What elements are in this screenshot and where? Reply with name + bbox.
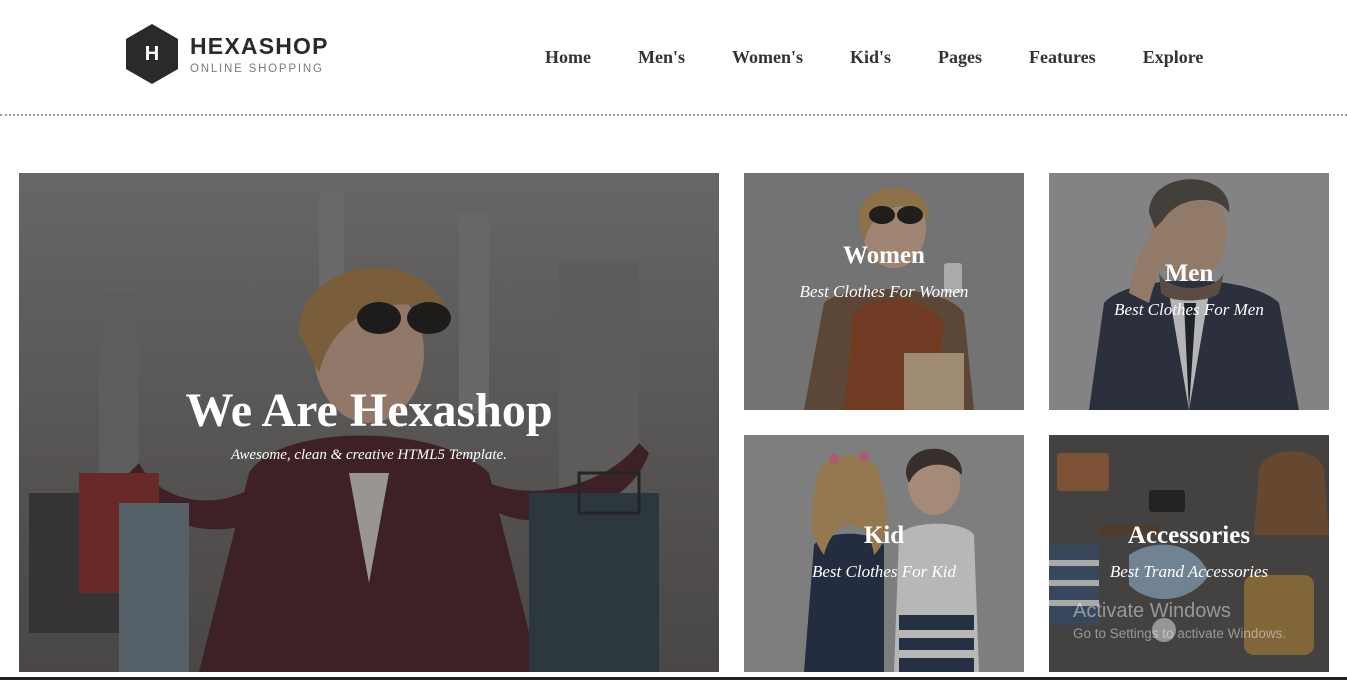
- kid-subtitle: Best Clothes For Kid: [811, 562, 957, 581]
- nav-mens[interactable]: Men's: [638, 44, 685, 70]
- watermark-subtitle: Go to Settings to activate Windows.: [1073, 626, 1287, 641]
- logo-text: HEXASHOP ONLINE SHOPPING: [190, 34, 329, 75]
- category-card-women[interactable]: Women Best Clothes For Women: [744, 173, 1024, 410]
- hero-banner: We Are Hexashop Awesome, clean & creativ…: [19, 173, 719, 672]
- tile-overlay: [744, 435, 1024, 672]
- men-subtitle: Best Clothes For Men: [1114, 300, 1264, 319]
- women-subtitle: Best Clothes For Women: [799, 282, 969, 301]
- nav-pages[interactable]: Pages: [938, 44, 982, 70]
- brand-logo[interactable]: H HEXASHOP ONLINE SHOPPING: [126, 24, 329, 84]
- main-nav: Home Men's Women's Kid's Pages Features …: [545, 44, 1203, 70]
- watermark-title: Activate Windows: [1073, 600, 1231, 622]
- brand-name: HEXASHOP: [190, 32, 329, 59]
- hexagon-logo-icon: H: [126, 24, 178, 84]
- women-title: Women: [843, 242, 925, 269]
- category-card-men[interactable]: Men Best Clothes For Men: [1049, 173, 1329, 410]
- nav-explore[interactable]: Explore: [1143, 44, 1204, 70]
- nav-womens[interactable]: Women's: [732, 44, 803, 70]
- men-title: Men: [1164, 260, 1214, 287]
- activate-windows-watermark: Activate Windows Go to Settings to activ…: [1073, 600, 1286, 641]
- nav-features[interactable]: Features: [1029, 44, 1096, 70]
- accessories-subtitle: Best Trand Accessories: [1109, 562, 1269, 581]
- nav-home[interactable]: Home: [545, 44, 591, 70]
- kid-title: Kid: [863, 522, 905, 549]
- logo-letter: H: [144, 43, 160, 65]
- site-header: H HEXASHOP ONLINE SHOPPING Home Men's Wo…: [0, 0, 1347, 116]
- nav-kids[interactable]: Kid's: [850, 44, 891, 70]
- accessories-title: Accessories: [1127, 522, 1251, 549]
- hero-title: We Are Hexashop: [185, 384, 553, 437]
- category-card-kid[interactable]: Kid Best Clothes For Kid: [744, 435, 1024, 672]
- tile-overlay: [1049, 173, 1329, 410]
- brand-tagline: ONLINE SHOPPING: [190, 62, 324, 75]
- hero-subtitle: Awesome, clean & creative HTML5 Template…: [231, 447, 507, 463]
